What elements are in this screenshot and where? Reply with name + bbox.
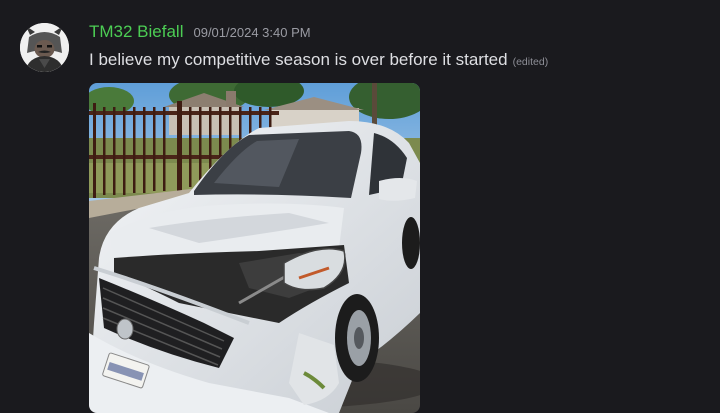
message-timestamp[interactable]: 09/01/2024 3:40 PM	[193, 25, 310, 40]
horned-character-avatar-icon	[20, 23, 69, 72]
image-attachment[interactable]	[89, 83, 420, 413]
message-content: I believe my competitive season is over …	[89, 50, 548, 70]
damaged-car-photo	[89, 83, 420, 413]
user-avatar[interactable]	[20, 23, 69, 72]
author-name[interactable]: TM32 Biefall	[89, 22, 183, 42]
message-text: I believe my competitive season is over …	[89, 50, 508, 69]
chat-message: TM32 Biefall 09/01/2024 3:40 PM I believ…	[0, 0, 720, 413]
message-header: TM32 Biefall 09/01/2024 3:40 PM	[89, 22, 311, 46]
edited-label: (edited)	[512, 56, 549, 68]
